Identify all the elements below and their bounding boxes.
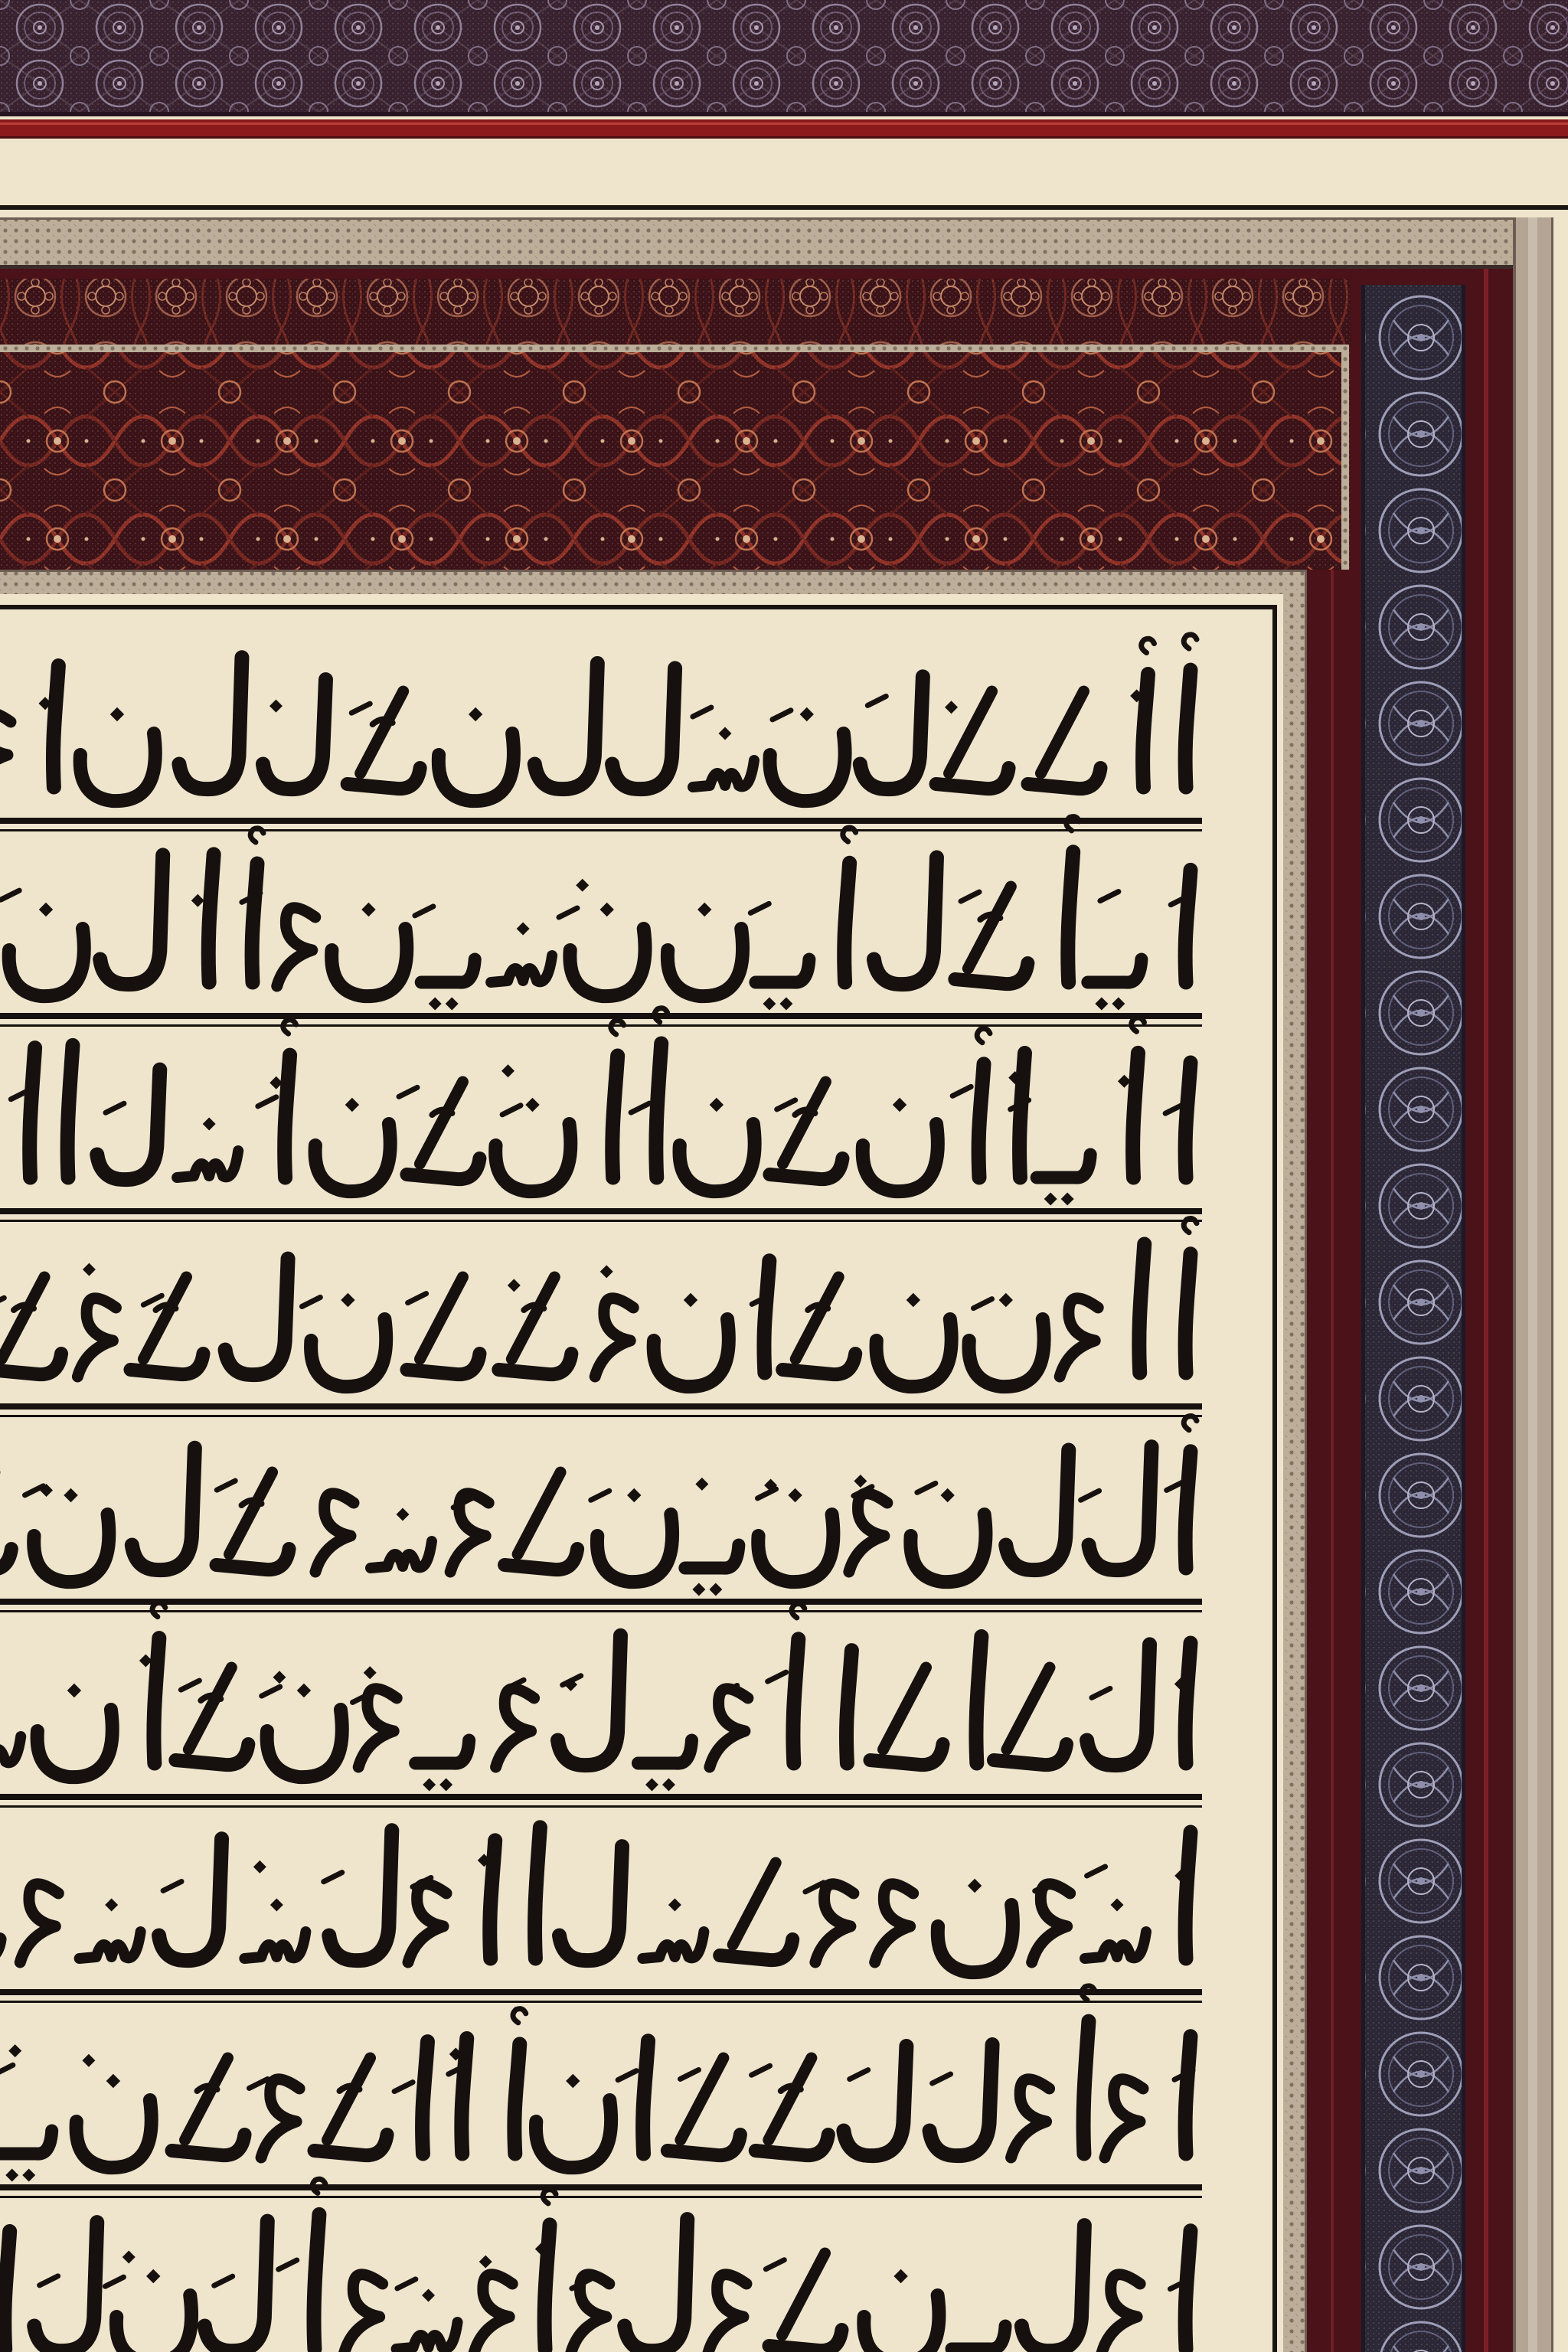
baseline-rule-thin: [0, 1024, 1202, 1027]
arabesque-lattice-pattern: [0, 279, 1351, 570]
calligraphy-stroke: [277, 1047, 298, 1185]
text-panel-top-line: [0, 605, 1277, 609]
calligraphy-stroke: [528, 1820, 547, 1966]
red-rule-line: [0, 119, 1568, 139]
calligraphy-stroke: [537, 2217, 557, 2352]
calligraphy-stroke: [1012, 1046, 1032, 1185]
baseline-rule: [0, 2184, 1202, 2190]
calligraphy-stroke: [454, 2030, 475, 2161]
calligraphy-stroke: [1178, 662, 1198, 795]
baseline-rule-thin: [0, 2196, 1202, 2198]
calligraphy-stroke: [969, 1628, 989, 1771]
calligraphy-stroke: [22, 1040, 43, 1185]
baseline-rule-thin: [0, 2001, 1202, 2003]
calligraphy-stroke: [244, 856, 265, 990]
calligraphy-stroke: [482, 1833, 503, 1966]
manuscript-page: [0, 0, 1568, 2352]
calligraphy-stroke: [756, 1253, 777, 1380]
outer-frame-line: [0, 205, 1568, 210]
baseline-rule: [0, 1989, 1202, 1995]
baseline-rule: [0, 1208, 1202, 1214]
calligraphy-stroke: [1178, 2223, 1198, 2352]
maroon-inner-line: [1331, 570, 1334, 2352]
calligraphy-stroke: [1178, 862, 1198, 990]
calligraphy-stroke: [605, 1048, 626, 1185]
calligraphy-stroke: [786, 1632, 806, 1771]
baseline-rule-thin: [0, 1610, 1202, 1612]
calligraphy-stroke: [648, 1036, 669, 1185]
calligraphy-stroke: [1178, 1055, 1198, 1185]
calligraphy-stroke: [1178, 1824, 1198, 1966]
calligraphy-stroke: [1178, 1246, 1198, 1380]
calligraphy-stroke: [971, 1057, 991, 1185]
calligraphy-stroke: [146, 1631, 167, 1771]
calligraphy-stroke: [306, 2207, 327, 2352]
calligraphy-stroke: [1135, 667, 1155, 795]
calligraphy-stroke: [45, 658, 66, 795]
calligraphy-stroke: [1132, 1236, 1152, 1380]
calligraphy-stroke: [1178, 1444, 1198, 1576]
calligraphy-stroke: [1060, 844, 1081, 990]
rosette-medallion-pattern: [0, 0, 1568, 116]
baseline-rule-thin: [0, 829, 1202, 831]
calligraphy-stroke: [635, 2034, 656, 2161]
calligraphy-stroke: [1076, 2014, 1096, 2161]
calligraphy-stroke: [1125, 1045, 1146, 1185]
calligraphy-stroke: [837, 855, 858, 990]
calligraphy-stroke: [201, 847, 221, 990]
baseline-rule-thin: [0, 1805, 1202, 1808]
baseline-rule: [0, 1013, 1202, 1019]
manuscript-illumination: [0, 0, 1568, 2352]
baseline-rule: [0, 1403, 1202, 1410]
calligraphy-stroke: [60, 1037, 80, 1185]
interlaced-circle-pattern: [1361, 285, 1465, 2352]
calligraphy-stroke: [1178, 2029, 1198, 2161]
text-panel-side-line: [1272, 605, 1277, 2352]
baseline-rule-thin: [0, 1415, 1202, 1417]
calligraphy-stroke: [507, 2037, 528, 2161]
baseline-rule: [0, 1794, 1202, 1800]
baseline-rule-thin: [0, 1220, 1202, 1222]
baseline-rule: [0, 818, 1202, 824]
calligraphy-stroke: [1178, 1635, 1198, 1771]
calligraphy-stroke: [839, 1643, 859, 1771]
maroon-frame-line: [1484, 269, 1488, 2352]
baseline-rule: [0, 1599, 1202, 1605]
calligraphy-stroke: [0, 2223, 18, 2352]
calligraphy-stroke: [415, 2034, 435, 2161]
header-inner-frame: [0, 345, 1349, 352]
